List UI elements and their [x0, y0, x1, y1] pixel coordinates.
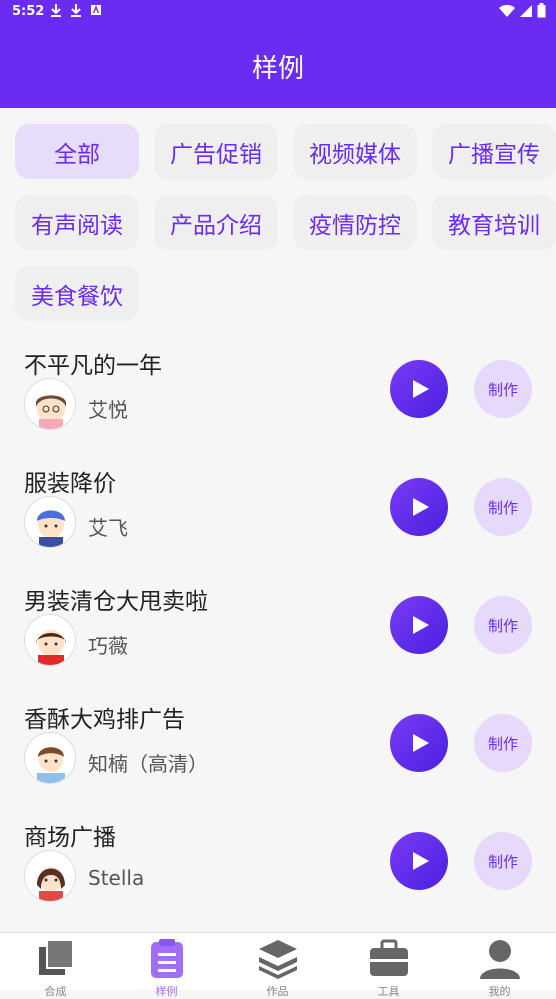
download-icon: [51, 4, 61, 17]
person-icon: [480, 940, 520, 979]
category-chips: 全部 广告促销 视频媒体 广播宣传 有声阅读 产品介绍 疫情防控 教育培训 美食…: [0, 108, 556, 338]
category-chip-broadcast[interactable]: 广播宣传: [432, 124, 556, 179]
nav-works[interactable]: 作品: [222, 933, 333, 998]
play-button[interactable]: [390, 360, 448, 418]
category-chip-video[interactable]: 视频媒体: [293, 124, 417, 179]
sample-title: 商场广播: [24, 825, 116, 851]
speaker-name: 巧薇: [88, 634, 128, 658]
wifi-icon: [499, 4, 515, 17]
bottom-nav: 合成 样例 作品 工具 我的: [0, 932, 556, 998]
nav-label: 样例: [155, 985, 178, 998]
category-chip-epidemic[interactable]: 疫情防控: [293, 195, 417, 250]
play-icon: [413, 498, 429, 516]
play-button[interactable]: [390, 478, 448, 536]
sample-title: 服装降价: [24, 471, 116, 497]
category-chip-all[interactable]: 全部: [15, 124, 139, 179]
sample-title: 男装清仓大甩卖啦: [24, 589, 208, 615]
avatar: [24, 614, 76, 666]
speaker-name: 艾悦: [88, 398, 128, 422]
status-time: 5:52: [12, 4, 45, 19]
sample-item[interactable]: 服装降价 艾飞 制作: [0, 456, 556, 574]
battery-icon: [537, 3, 546, 18]
speaker-name: 艾飞: [88, 516, 128, 540]
nav-label: 我的: [488, 985, 511, 998]
category-chip-audiobook[interactable]: 有声阅读: [15, 195, 139, 250]
status-system-icons: [499, 3, 546, 18]
nav-mine[interactable]: 我的: [444, 933, 555, 998]
play-icon: [413, 734, 429, 752]
play-icon: [413, 380, 429, 398]
app-icon: [91, 5, 101, 15]
copy-icon: [39, 939, 74, 975]
make-button[interactable]: 制作: [474, 360, 532, 418]
sample-item[interactable]: 男装清仓大甩卖啦 巧薇 制作: [0, 574, 556, 692]
avatar: [24, 850, 76, 902]
category-chip-food[interactable]: 美食餐饮: [15, 266, 139, 321]
speaker-name: Stella: [88, 866, 145, 890]
sample-title: 香酥大鸡排广告: [24, 707, 185, 733]
nav-synthesize[interactable]: 合成: [0, 933, 111, 998]
make-button[interactable]: 制作: [474, 596, 532, 654]
make-button[interactable]: 制作: [474, 714, 532, 772]
speaker-name: 知楠（高清）: [88, 752, 208, 776]
page-title: 样例: [251, 54, 304, 84]
sample-item[interactable]: 香酥大鸡排广告 知楠（高清） 制作: [0, 692, 556, 810]
make-button[interactable]: 制作: [474, 832, 532, 890]
download-icon: [71, 4, 81, 17]
make-button[interactable]: 制作: [474, 478, 532, 536]
play-button[interactable]: [390, 714, 448, 772]
clipboard-icon: [151, 939, 183, 978]
play-button[interactable]: [390, 832, 448, 890]
app-header: 样例: [0, 24, 556, 108]
sample-item[interactable]: 不平凡的一年 艾悦 制作: [0, 338, 556, 456]
status-bar: 5:52: [0, 0, 556, 24]
avatar: [24, 732, 76, 784]
play-button[interactable]: [390, 596, 448, 654]
nav-samples[interactable]: 样例: [111, 933, 222, 998]
nav-label: 作品: [266, 985, 289, 998]
category-chip-ads[interactable]: 广告促销: [154, 124, 278, 179]
play-icon: [413, 616, 429, 634]
category-chip-product[interactable]: 产品介绍: [154, 195, 278, 250]
avatar: [24, 496, 76, 548]
category-chip-education[interactable]: 教育培训: [432, 195, 556, 250]
nav-label: 工具: [377, 985, 400, 998]
toolbox-icon: [370, 939, 408, 976]
nav-label: 合成: [44, 985, 67, 998]
status-notification-icons: [50, 3, 102, 17]
sample-item[interactable]: 商场广播 Stella 制作: [0, 810, 556, 928]
avatar: [24, 378, 76, 430]
nav-tools[interactable]: 工具: [333, 933, 444, 998]
sample-title: 不平凡的一年: [24, 353, 162, 379]
layers-icon: [259, 940, 297, 979]
play-icon: [413, 852, 429, 870]
signal-icon: [520, 4, 532, 17]
